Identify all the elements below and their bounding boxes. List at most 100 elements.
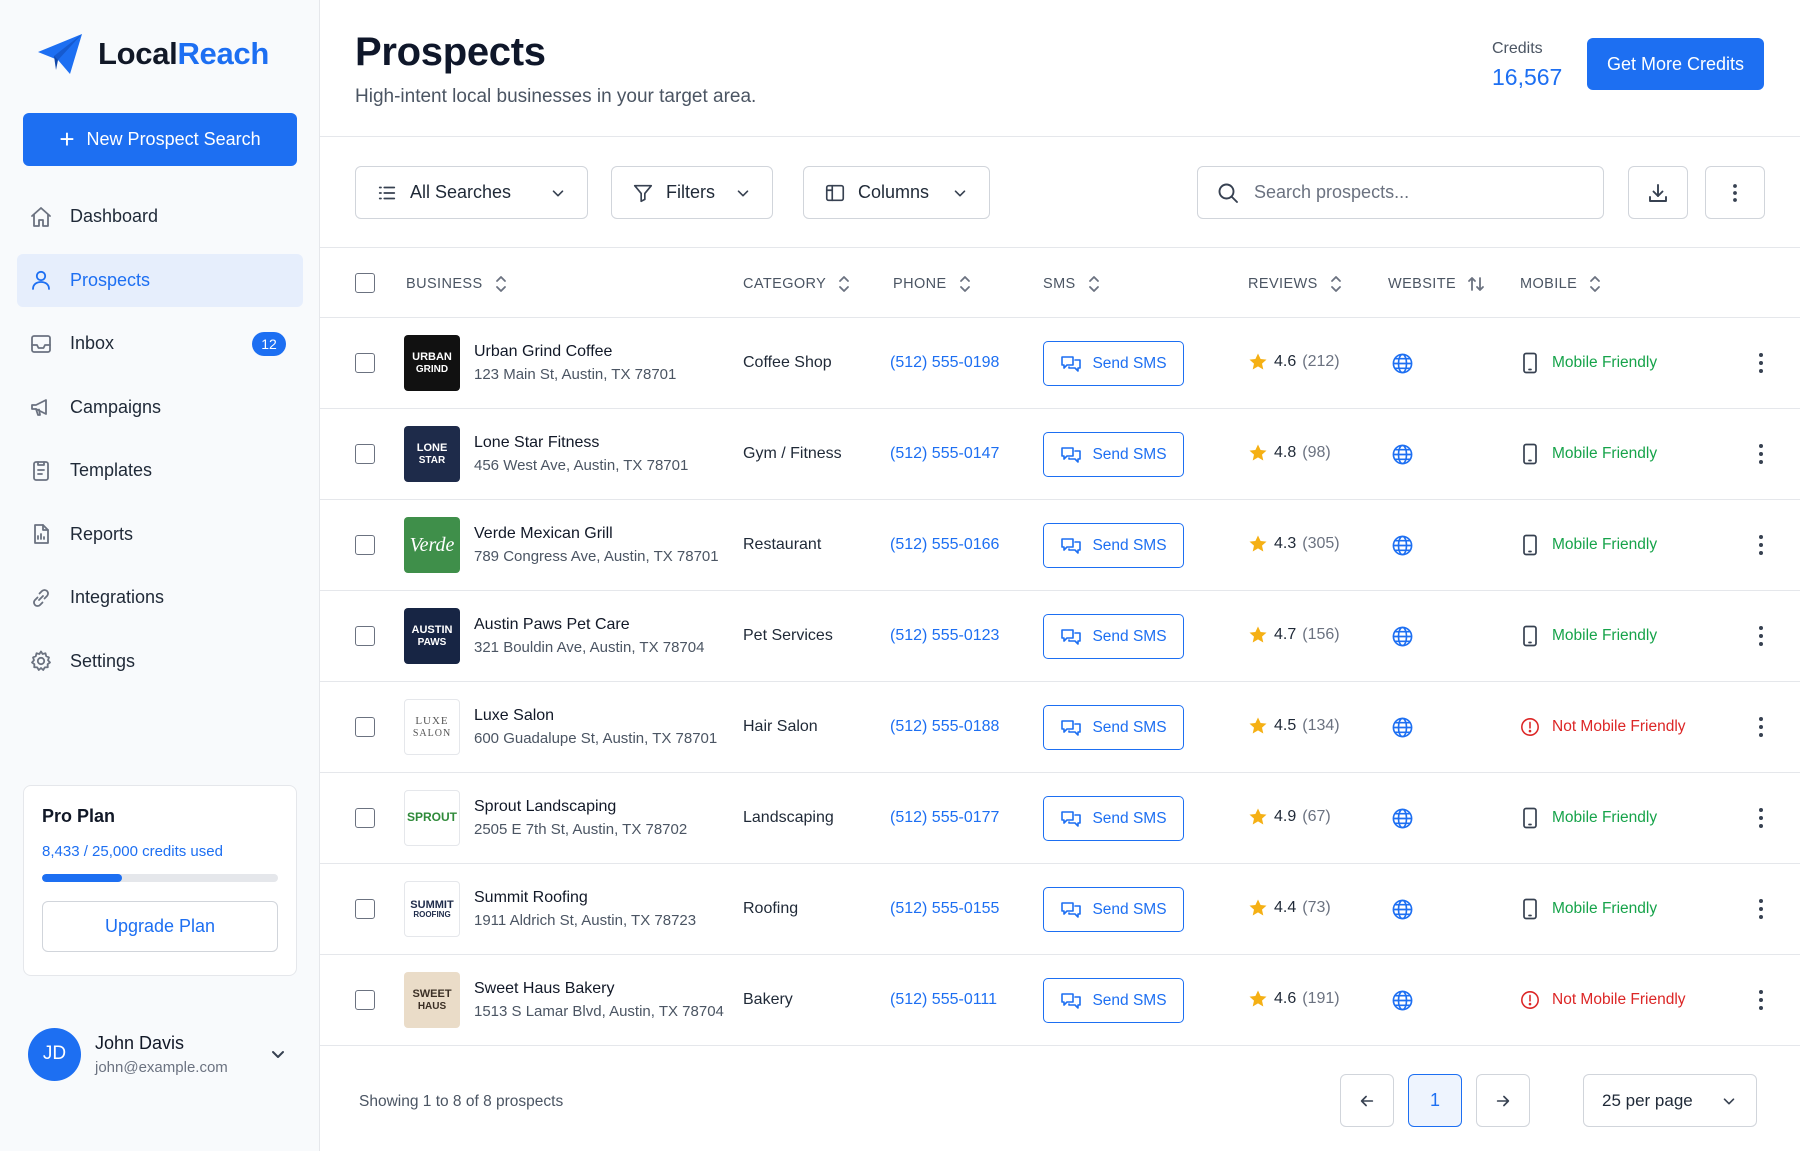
review-count: (212) bbox=[1302, 353, 1340, 370]
row-actions-button[interactable] bbox=[1751, 896, 1771, 922]
table-row[interactable]: AUSTIN PAWS Austin Paws Pet Care 321 Bouldi… bbox=[320, 591, 1800, 682]
row-actions-button[interactable] bbox=[1751, 987, 1771, 1013]
row-select-checkbox[interactable] bbox=[355, 899, 375, 919]
phone-link[interactable]: (512) 555-0155 bbox=[890, 900, 999, 918]
website-link[interactable] bbox=[1391, 443, 1414, 466]
send-sms-button[interactable]: Send SMS bbox=[1043, 341, 1184, 386]
table-row[interactable]: LUXE SALON Luxe Salon 600 Guadalupe St, Aus… bbox=[320, 682, 1800, 773]
sidebar-item-settings[interactable]: Settings bbox=[17, 635, 303, 688]
column-header-category[interactable]: CATEGORY bbox=[743, 274, 852, 294]
new-prospect-search-button[interactable]: + New Prospect Search bbox=[23, 113, 297, 166]
sidebar-item-label: Dashboard bbox=[70, 206, 159, 226]
send-sms-button[interactable]: Send SMS bbox=[1043, 705, 1184, 750]
phone-link[interactable]: (512) 555-0166 bbox=[890, 536, 999, 554]
sidebar-item-inbox[interactable]: Inbox 12 bbox=[17, 317, 303, 370]
business-name[interactable]: Sweet Haus Bakery bbox=[474, 980, 615, 998]
row-actions-button[interactable] bbox=[1751, 805, 1771, 831]
send-sms-button[interactable]: Send SMS bbox=[1043, 614, 1184, 659]
phone-link[interactable]: (512) 555-0177 bbox=[890, 809, 999, 827]
row-select-checkbox[interactable] bbox=[355, 626, 375, 646]
sidebar-item-prospects[interactable]: Prospects bbox=[17, 253, 303, 307]
website-link[interactable] bbox=[1391, 625, 1414, 648]
row-select-checkbox[interactable] bbox=[355, 990, 375, 1010]
business-name[interactable]: Lone Star Fitness bbox=[474, 434, 599, 452]
column-header-mobile[interactable]: MOBILE bbox=[1520, 274, 1603, 294]
send-sms-button[interactable]: Send SMS bbox=[1043, 887, 1184, 932]
select-all-checkbox[interactable] bbox=[355, 273, 375, 293]
business-name[interactable]: Summit Roofing bbox=[474, 889, 588, 907]
table-row[interactable]: LONE STAR Lone Star Fitness 456 West Ave, A… bbox=[320, 409, 1800, 500]
upgrade-plan-button[interactable]: Upgrade Plan bbox=[42, 901, 278, 952]
send-sms-button[interactable]: Send SMS bbox=[1043, 978, 1184, 1023]
send-sms-button[interactable]: Send SMS bbox=[1043, 796, 1184, 841]
download-button[interactable] bbox=[1628, 166, 1688, 219]
sidebar-item-dashboard[interactable]: Dashboard bbox=[17, 190, 303, 243]
row-actions-button[interactable] bbox=[1751, 714, 1771, 740]
next-page-button[interactable] bbox=[1476, 1074, 1530, 1127]
phone-link[interactable]: (512) 555-0198 bbox=[890, 354, 999, 372]
business-name[interactable]: Verde Mexican Grill bbox=[474, 525, 613, 543]
row-actions-button[interactable] bbox=[1751, 623, 1771, 649]
column-header-label: REVIEWS bbox=[1248, 276, 1318, 292]
sidebar-item-integrations[interactable]: Integrations bbox=[17, 571, 303, 624]
website-link[interactable] bbox=[1391, 807, 1414, 830]
per-page-select[interactable]: 25 per page bbox=[1583, 1074, 1757, 1127]
table-row[interactable]: URBAN GRIND Urban Grind Coffee 123 Main St,… bbox=[320, 318, 1800, 409]
arrow-left-icon bbox=[1360, 1095, 1374, 1106]
row-select-checkbox[interactable] bbox=[355, 717, 375, 737]
phone-link[interactable]: (512) 555-0188 bbox=[890, 718, 999, 736]
row-select-checkbox[interactable] bbox=[355, 444, 375, 464]
user-menu[interactable]: JD John Davis john@example.com bbox=[28, 1024, 288, 1084]
website-link[interactable] bbox=[1391, 989, 1414, 1012]
star-icon bbox=[1249, 990, 1267, 1007]
column-header-reviews[interactable]: REVIEWS bbox=[1248, 274, 1344, 294]
table-row[interactable]: SPROUT Sprout Landscaping 2505 E 7th St, A… bbox=[320, 773, 1800, 864]
phone-link[interactable]: (512) 555-0111 bbox=[890, 991, 997, 1009]
chevron-down-icon bbox=[954, 189, 966, 197]
website-link[interactable] bbox=[1391, 534, 1414, 557]
phone-link[interactable]: (512) 555-0147 bbox=[890, 445, 999, 463]
business-name[interactable]: Urban Grind Coffee bbox=[474, 343, 612, 361]
rating-score: 4.9 bbox=[1274, 808, 1297, 825]
column-header-sms[interactable]: SMS bbox=[1043, 274, 1102, 294]
column-header-website[interactable]: WEBSITE bbox=[1388, 274, 1486, 294]
row-select-checkbox[interactable] bbox=[355, 353, 375, 373]
business-logo: SPROUT bbox=[404, 790, 460, 846]
filters-dropdown[interactable]: Filters bbox=[611, 166, 773, 219]
website-link[interactable] bbox=[1391, 898, 1414, 921]
row-actions-button[interactable] bbox=[1751, 441, 1771, 467]
sidebar-item-reports[interactable]: Reports bbox=[17, 508, 303, 561]
page-1-button[interactable]: 1 bbox=[1408, 1074, 1462, 1127]
all-searches-dropdown[interactable]: All Searches bbox=[355, 166, 588, 219]
sidebar-item-templates[interactable]: Templates bbox=[17, 444, 303, 497]
send-sms-button[interactable]: Send SMS bbox=[1043, 432, 1184, 477]
business-logo: LONE STAR bbox=[404, 426, 460, 482]
table-row[interactable]: SUMMIT ROOFING Summit Roofing 1911 Aldrich … bbox=[320, 864, 1800, 955]
website-link[interactable] bbox=[1391, 716, 1414, 739]
app-logo[interactable]: LocalReach bbox=[36, 32, 269, 76]
row-actions-button[interactable] bbox=[1751, 350, 1771, 376]
get-more-credits-button[interactable]: Get More Credits bbox=[1587, 38, 1764, 90]
column-header-business[interactable]: BUSINESS bbox=[406, 274, 509, 294]
mobile-status: Mobile Friendly bbox=[1520, 625, 1657, 647]
table-row[interactable]: Verde Verde Mexican Grill 789 Congress Ave… bbox=[320, 500, 1800, 591]
row-actions-button[interactable] bbox=[1751, 532, 1771, 558]
columns-dropdown[interactable]: Columns bbox=[803, 166, 990, 219]
table-row[interactable]: SWEET HAUS Sweet Haus Bakery 1513 S Lamar B… bbox=[320, 955, 1800, 1046]
row-select-checkbox[interactable] bbox=[355, 535, 375, 555]
more-options-button[interactable] bbox=[1705, 166, 1765, 219]
search-prospects-box[interactable] bbox=[1197, 166, 1604, 219]
search-input[interactable] bbox=[1254, 182, 1574, 203]
sidebar-item-label: Inbox bbox=[70, 333, 115, 353]
column-header-phone[interactable]: PHONE bbox=[893, 274, 973, 294]
star-icon bbox=[1249, 899, 1267, 916]
phone-link[interactable]: (512) 555-0123 bbox=[890, 627, 999, 645]
previous-page-button[interactable] bbox=[1340, 1074, 1394, 1127]
sidebar-item-campaigns[interactable]: Campaigns bbox=[17, 381, 303, 434]
business-name[interactable]: Austin Paws Pet Care bbox=[474, 616, 630, 634]
business-name[interactable]: Luxe Salon bbox=[474, 707, 554, 725]
website-link[interactable] bbox=[1391, 352, 1414, 375]
business-name[interactable]: Sprout Landscaping bbox=[474, 798, 616, 816]
send-sms-button[interactable]: Send SMS bbox=[1043, 523, 1184, 568]
row-select-checkbox[interactable] bbox=[355, 808, 375, 828]
